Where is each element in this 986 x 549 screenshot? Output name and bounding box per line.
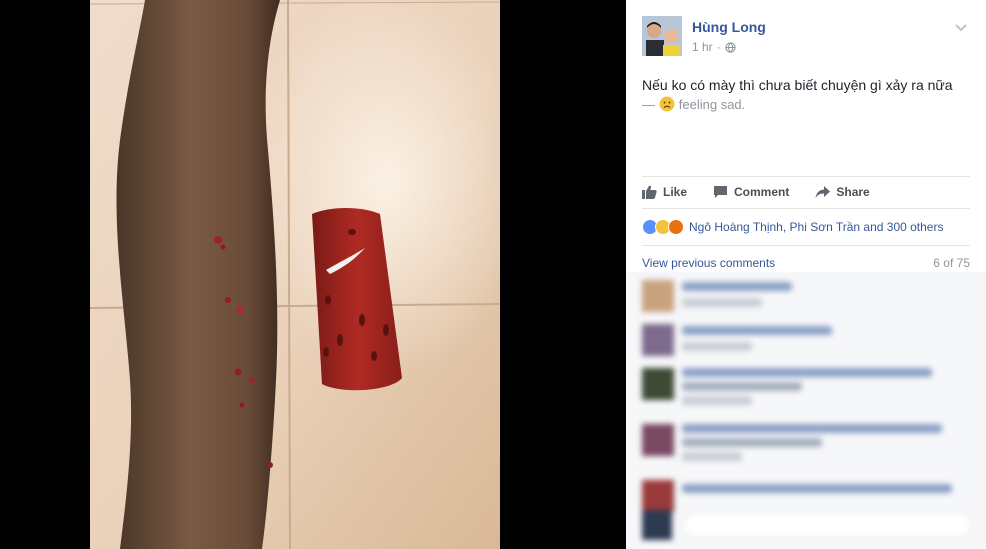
author-avatar[interactable]: [642, 16, 682, 56]
post-photo[interactable]: [90, 0, 500, 549]
comment-icon: [714, 186, 728, 198]
comments-count: 6 of 75: [933, 256, 970, 270]
comment-item: [642, 320, 972, 366]
comment-avatar: [642, 424, 674, 456]
comments-list: [626, 272, 986, 549]
photo-image: [90, 0, 500, 549]
like-button[interactable]: Like: [642, 185, 687, 199]
divider: [642, 245, 970, 246]
author-name[interactable]: Hùng Long: [692, 19, 766, 35]
feeling-text: feeling sad.: [678, 97, 746, 112]
comment-item: [642, 276, 972, 322]
feeling-prefix: —: [642, 97, 655, 112]
comment-avatar: [642, 324, 674, 356]
photo-viewer: Hùng Long 1 hr · Nếu ko có mày thì chưa …: [0, 0, 986, 549]
share-icon: [815, 186, 831, 198]
comment-item: [642, 364, 972, 410]
comment-avatar: [642, 480, 674, 512]
view-previous-comments-link[interactable]: View previous comments: [642, 256, 775, 270]
post-header: Hùng Long 1 hr ·: [642, 16, 972, 60]
reactions-bar[interactable]: Ngô Hoàng Thịnh, Phi Sơn Trần and 300 ot…: [642, 218, 972, 236]
comment-avatar: [642, 368, 674, 400]
post-time[interactable]: 1 hr: [692, 40, 713, 54]
sad-emoji-icon: [659, 96, 675, 112]
chevron-down-icon[interactable]: [954, 20, 968, 34]
angry-reaction-icon: [668, 219, 684, 235]
comment-label: Comment: [734, 185, 790, 199]
comment-avatar: [642, 280, 674, 312]
share-label: Share: [836, 185, 870, 199]
divider: [642, 208, 970, 209]
like-label: Like: [663, 185, 688, 199]
comment-item: [642, 420, 972, 466]
post-panel: Hùng Long 1 hr · Nếu ko có mày thì chưa …: [626, 0, 986, 549]
comments-header: View previous comments 6 of 75: [626, 254, 986, 274]
globe-icon[interactable]: [725, 41, 736, 53]
comment-input[interactable]: [642, 510, 972, 540]
divider: [642, 176, 970, 177]
reaction-names[interactable]: Ngô Hoàng Thịnh, Phi Sơn Trần and 300 ot…: [689, 220, 943, 234]
thumbs-up-icon: [642, 185, 657, 199]
share-button[interactable]: Share: [815, 185, 870, 199]
comment-button[interactable]: Comment: [713, 185, 789, 199]
post-actions: Like Comment Share: [642, 182, 972, 202]
post-message: Nếu ko có mày thì chưa biết chuyện gì xả…: [642, 77, 953, 93]
post-meta: 1 hr ·: [692, 40, 736, 54]
post-body: Nếu ko có mày thì chưa biết chuyện gì xả…: [642, 76, 972, 114]
